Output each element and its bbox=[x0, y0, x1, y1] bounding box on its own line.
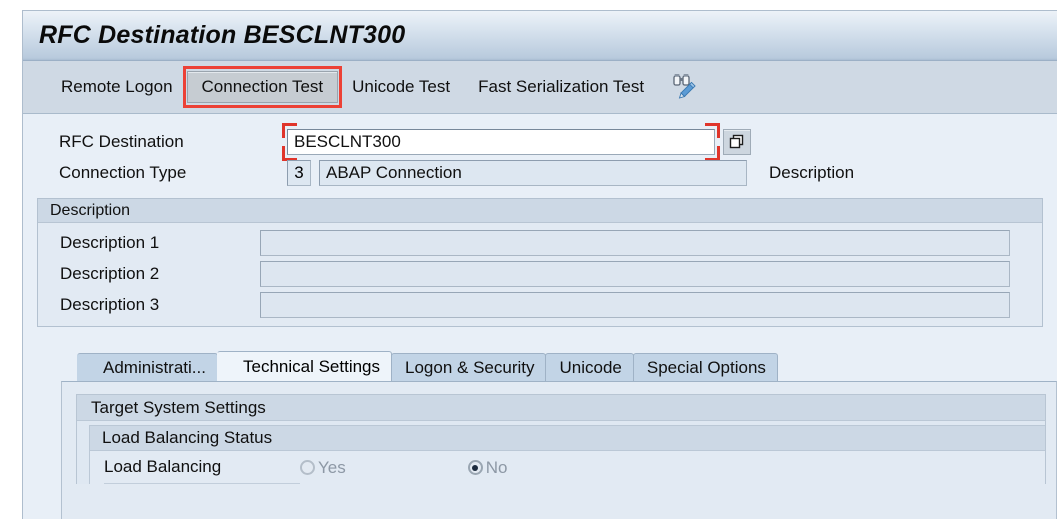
row-description-3: Description 3 bbox=[38, 289, 1042, 320]
form-body: RFC Destination BESCLNT300 bbox=[23, 114, 1057, 519]
multiple-selection-icon[interactable] bbox=[723, 129, 751, 155]
description-2-label: Description 2 bbox=[60, 264, 260, 284]
toolbar-button-remote-logon-wrap: Remote Logon bbox=[47, 72, 187, 102]
rfc-destination-field-wrap: BESCLNT300 bbox=[287, 129, 715, 155]
tab-logon-security-label: Logon & Security bbox=[405, 358, 534, 378]
application-toolbar: Remote Logon Connection Test Unicode Tes… bbox=[23, 61, 1057, 114]
tab-administration[interactable]: Administrati... bbox=[77, 353, 218, 381]
connection-type-description: ABAP Connection bbox=[319, 160, 747, 186]
tab-list: Administrati... Technical Settings Logon… bbox=[77, 351, 1057, 381]
radio-yes-icon[interactable] bbox=[300, 460, 315, 475]
rfc-destination-window: RFC Destination BESCLNT300 Remote Logon … bbox=[22, 10, 1057, 519]
description-2-input[interactable] bbox=[260, 261, 1010, 287]
toolbar-button-connection-test[interactable]: Connection Test bbox=[187, 71, 339, 103]
tab-technical-settings-label: Technical Settings bbox=[243, 357, 380, 377]
load-balancing-option-yes[interactable]: Yes bbox=[300, 458, 346, 478]
connection-type-side-label: Description bbox=[769, 163, 854, 183]
tab-special-options[interactable]: Special Options bbox=[633, 353, 778, 381]
load-balancing-option-no-label: No bbox=[486, 458, 508, 478]
load-balancing-status-panel: Load Balancing Status Load Balancing Yes… bbox=[89, 425, 1045, 484]
row-description-2: Description 2 bbox=[38, 258, 1042, 289]
tab-special-options-label: Special Options bbox=[647, 358, 766, 378]
row-rfc-destination: RFC Destination BESCLNT300 bbox=[23, 126, 1057, 157]
toolbar-button-connection-test-wrap: Connection Test bbox=[187, 71, 339, 103]
description-group-body: Description 1 Description 2 Description … bbox=[38, 223, 1042, 326]
target-system-settings-header: Target System Settings bbox=[77, 395, 1045, 421]
description-group-header: Description bbox=[38, 199, 1042, 223]
tab-administration-label: Administrati... bbox=[103, 358, 206, 378]
target-system-settings-panel: Target System Settings Load Balancing St… bbox=[76, 394, 1046, 484]
toolbar-button-fast-serialization-test-wrap: Fast Serialization Test bbox=[464, 72, 658, 102]
row-connection-type: Connection Type 3 ABAP Connection Descri… bbox=[23, 157, 1057, 188]
tab-logon-security[interactable]: Logon & Security bbox=[391, 353, 546, 381]
radio-no-icon[interactable] bbox=[468, 460, 483, 475]
connection-type-label: Connection Type bbox=[59, 163, 287, 183]
row-load-balancing: Load Balancing Yes No bbox=[90, 451, 1045, 484]
description-3-input[interactable] bbox=[260, 292, 1010, 318]
tab-unicode[interactable]: Unicode bbox=[545, 353, 633, 381]
load-balancing-option-no[interactable]: No bbox=[468, 458, 508, 478]
page-title: RFC Destination BESCLNT300 bbox=[39, 21, 405, 50]
connection-type-code[interactable]: 3 bbox=[287, 160, 311, 186]
row-description-1: Description 1 bbox=[38, 227, 1042, 258]
tab-unicode-label: Unicode bbox=[559, 358, 621, 378]
load-balancing-option-yes-label: Yes bbox=[318, 458, 346, 478]
toolbar-button-remote-logon[interactable]: Remote Logon bbox=[47, 72, 187, 102]
tab-content-technical-settings: Target System Settings Load Balancing St… bbox=[61, 381, 1057, 519]
toolbar-button-unicode-test[interactable]: Unicode Test bbox=[338, 72, 464, 102]
description-3-label: Description 3 bbox=[60, 295, 260, 315]
tab-strip: Administrati... Technical Settings Logon… bbox=[77, 351, 1057, 381]
binoculars-pencil-icon[interactable] bbox=[670, 72, 704, 102]
page-background: RFC Destination BESCLNT300 Remote Logon … bbox=[0, 0, 1057, 519]
toolbar-button-fast-serialization-test[interactable]: Fast Serialization Test bbox=[464, 72, 658, 102]
description-1-input[interactable] bbox=[260, 230, 1010, 256]
description-1-label: Description 1 bbox=[60, 233, 260, 253]
description-group: Description Description 1 Description 2 … bbox=[37, 198, 1043, 327]
rfc-destination-input[interactable]: BESCLNT300 bbox=[287, 129, 715, 155]
rfc-destination-label: RFC Destination bbox=[59, 132, 287, 152]
load-balancing-status-header: Load Balancing Status bbox=[90, 426, 1045, 451]
tab-technical-settings[interactable]: Technical Settings bbox=[217, 351, 392, 381]
load-balancing-label: Load Balancing bbox=[104, 451, 300, 484]
window-titlebar: RFC Destination BESCLNT300 bbox=[23, 11, 1057, 61]
header-fields: RFC Destination BESCLNT300 bbox=[23, 114, 1057, 188]
toolbar-button-unicode-test-wrap: Unicode Test bbox=[338, 72, 464, 102]
